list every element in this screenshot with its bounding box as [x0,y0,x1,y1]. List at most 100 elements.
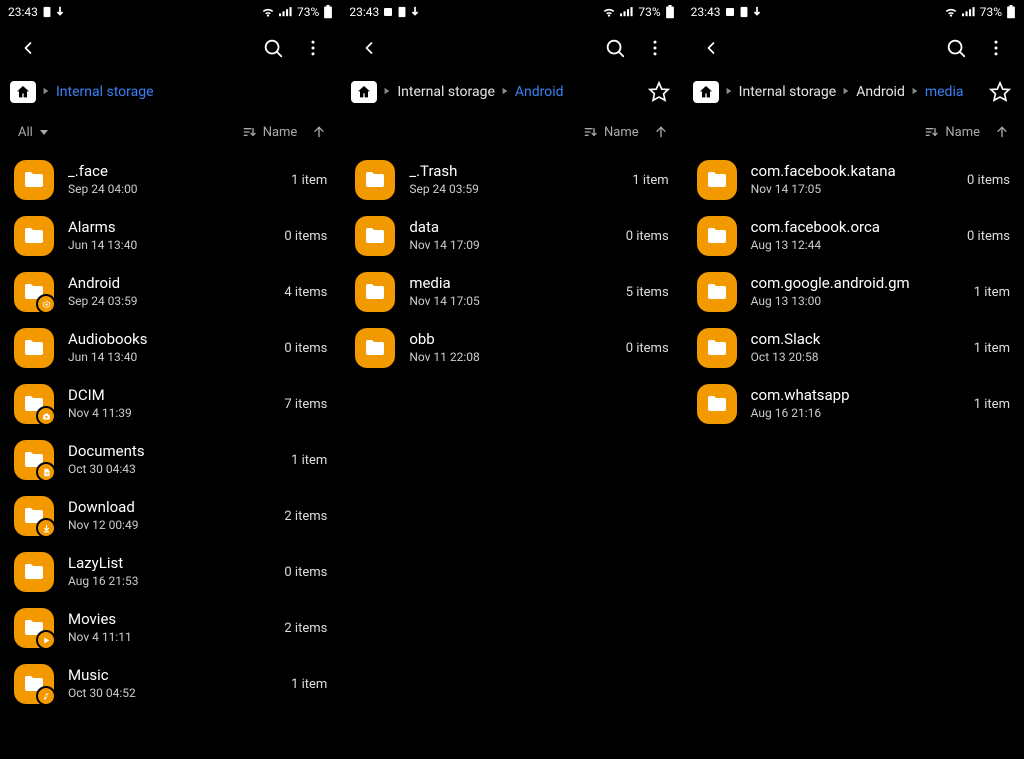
folder-icon [14,552,54,592]
folder-row[interactable]: AlarmsJun 14 13:400 items [0,208,341,264]
breadcrumb: Internal storage Android media [683,72,1024,112]
status-icon [753,6,761,18]
folder-row[interactable]: AndroidSep 24 03:594 items [0,264,341,320]
folder-row[interactable]: DocumentsOct 30 04:431 item [0,432,341,488]
folder-name: Music [68,666,277,685]
folder-row[interactable]: MusicOct 30 04:521 item [0,656,341,712]
folder-icon [14,496,54,536]
folder-row[interactable]: mediaNov 14 17:055 items [341,264,682,320]
folder-row[interactable]: _.TrashSep 24 03:591 item [341,152,682,208]
home-icon[interactable] [10,81,36,103]
more-button[interactable] [976,28,1016,68]
folder-name: data [409,218,611,237]
home-icon[interactable] [351,81,377,103]
folder-date: Nov 14 17:09 [409,237,611,254]
sort-label: Name [945,125,980,140]
back-button[interactable] [8,28,48,68]
breadcrumb-segment[interactable]: Internal storage [397,84,495,100]
breadcrumb-segment[interactable]: Internal storage [56,84,154,100]
folder-date: Jun 14 13:40 [68,237,270,254]
download-badge-icon [36,518,56,538]
folder-name: Documents [68,442,277,461]
sort-button[interactable]: Name [923,124,980,140]
folder-count: 0 items [626,341,669,356]
folder-row[interactable]: DCIMNov 4 11:397 items [0,376,341,432]
status-time: 23:43 [691,5,721,19]
folder-name: DCIM [68,386,270,405]
more-button[interactable] [293,28,333,68]
back-button[interactable] [691,28,731,68]
wifi-icon [944,6,958,18]
folder-row[interactable]: com.facebook.orcaAug 13 12:440 items [683,208,1024,264]
camera-badge-icon [36,406,56,426]
breadcrumb-segment[interactable]: Android [515,84,564,100]
sort-label: Name [604,125,639,140]
battery-text: 73% [980,5,1002,19]
sort-button[interactable]: Name [241,124,298,140]
folder-row[interactable]: _.faceSep 24 04:001 item [0,152,341,208]
back-button[interactable] [349,28,389,68]
folder-icon [14,440,54,480]
doc-badge-icon [36,462,56,482]
folder-count: 1 item [632,173,668,188]
status-icon [383,7,393,17]
folder-count: 0 items [967,173,1010,188]
folder-date: Jun 14 13:40 [68,349,270,366]
home-icon[interactable] [693,81,719,103]
folder-name: _.face [68,162,277,181]
chevron-right-icon [911,87,919,98]
status-bar: 23:43 73% [683,0,1024,24]
filter-dropdown[interactable]: All [18,125,49,140]
chevron-right-icon [842,87,850,98]
folder-icon [355,160,395,200]
folder-name: Download [68,498,270,517]
sort-direction-button[interactable] [311,124,327,140]
more-button[interactable] [635,28,675,68]
status-icon [397,6,407,18]
folder-row[interactable]: com.facebook.katanaNov 14 17:050 items [683,152,1024,208]
folder-row[interactable]: com.google.android.gmAug 13 13:001 item [683,264,1024,320]
status-icon [739,6,749,18]
chevron-right-icon [501,87,509,98]
folder-row[interactable]: AudiobooksJun 14 13:400 items [0,320,341,376]
play-badge-icon [36,630,56,650]
status-icon [42,6,52,18]
folder-date: Oct 30 04:43 [68,461,277,478]
sort-direction-button[interactable] [994,124,1010,140]
wifi-icon [602,6,616,18]
favorite-button[interactable] [645,78,673,106]
sort-direction-button[interactable] [653,124,669,140]
breadcrumb-segment[interactable]: media [925,84,964,100]
folder-date: Nov 12 00:49 [68,517,270,534]
favorite-button[interactable] [986,78,1014,106]
folder-name: com.whatsapp [751,386,960,405]
battery-icon [323,5,333,19]
music-badge-icon [36,686,56,706]
folder-count: 0 items [284,341,327,356]
folder-list: _.faceSep 24 04:001 itemAlarmsJun 14 13:… [0,152,341,712]
folder-date: Nov 14 17:05 [751,181,953,198]
folder-row[interactable]: dataNov 14 17:090 items [341,208,682,264]
folder-row[interactable]: MoviesNov 4 11:112 items [0,600,341,656]
folder-row[interactable]: com.whatsappAug 16 21:161 item [683,376,1024,432]
folder-row[interactable]: LazyListAug 16 21:530 items [0,544,341,600]
battery-icon [1006,5,1016,19]
folder-icon [697,328,737,368]
sort-button[interactable]: Name [582,124,639,140]
folder-name: com.facebook.orca [751,218,953,237]
folder-icon [355,328,395,368]
folder-row[interactable]: obbNov 11 22:080 items [341,320,682,376]
search-button[interactable] [253,28,293,68]
signal-icon [279,6,293,18]
folder-row[interactable]: DownloadNov 12 00:492 items [0,488,341,544]
breadcrumb-segment[interactable]: Android [856,84,905,100]
search-button[interactable] [936,28,976,68]
chevron-right-icon [725,87,733,98]
search-button[interactable] [595,28,635,68]
folder-name: Android [68,274,270,293]
battery-text: 73% [297,5,319,19]
folder-icon [14,664,54,704]
breadcrumb-segment[interactable]: Internal storage [739,84,837,100]
folder-icon [697,384,737,424]
folder-row[interactable]: com.SlackOct 13 20:581 item [683,320,1024,376]
